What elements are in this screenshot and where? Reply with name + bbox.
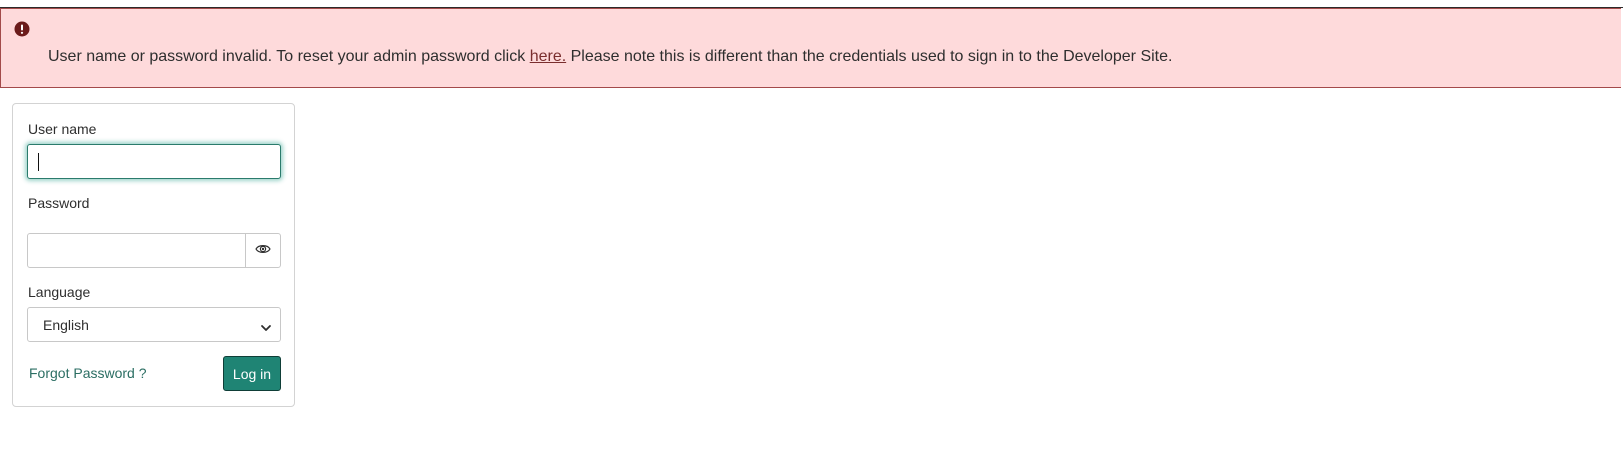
username-label: User name [28, 121, 97, 137]
error-message-note: Please note this is different than the c… [566, 48, 1173, 65]
language-label: Language [28, 284, 91, 300]
text-cursor [38, 153, 39, 171]
error-message: User name or password invalid. To reset … [48, 48, 1172, 66]
forgot-password-link[interactable]: Forgot Password ? [29, 365, 147, 381]
chevron-down-icon [260, 320, 272, 331]
password-label: Password [28, 195, 90, 211]
username-input[interactable] [27, 144, 281, 179]
error-message-text: User name or password invalid. To reset … [48, 48, 530, 65]
show-password-button[interactable] [245, 234, 280, 267]
language-selected-value: English [43, 317, 89, 333]
password-input[interactable] [28, 234, 245, 267]
language-select[interactable]: English [27, 307, 281, 342]
reset-password-link[interactable]: here. [530, 48, 566, 65]
eye-icon [255, 242, 271, 260]
error-alert: User name or password invalid. To reset … [0, 8, 1621, 88]
exclamation-circle-icon [14, 21, 30, 37]
password-field-group [27, 233, 281, 268]
login-form: User name Password Language English Forg… [12, 103, 295, 407]
login-button[interactable]: Log in [223, 356, 281, 391]
